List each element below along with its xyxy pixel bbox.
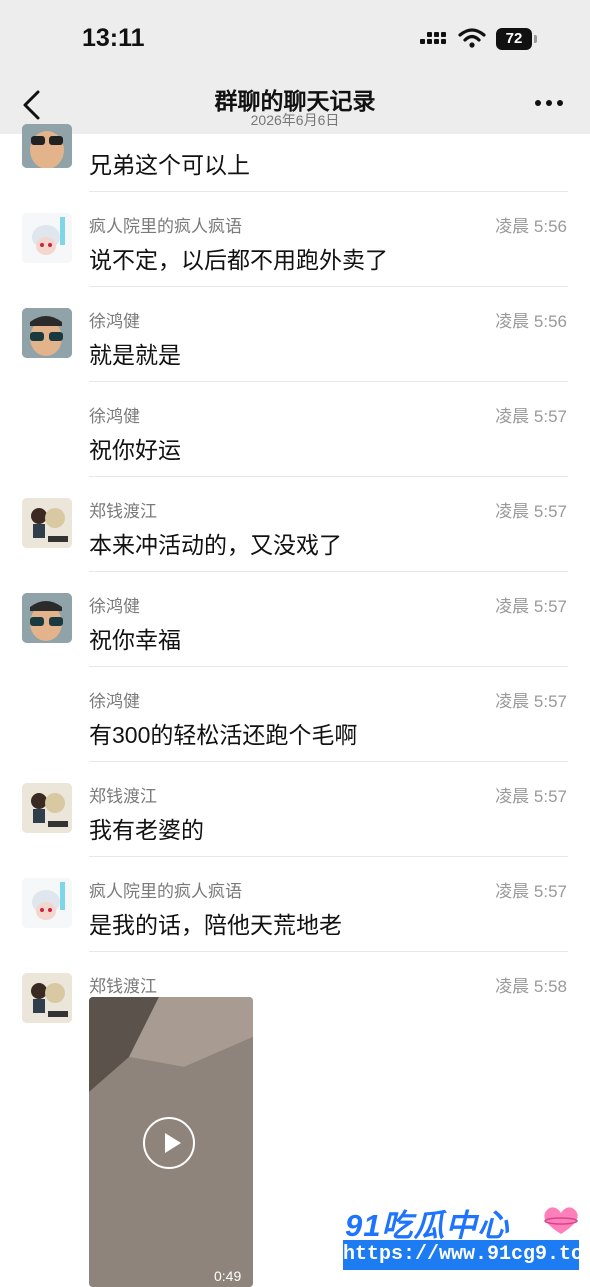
message-time: 凌晨 5:57 (495, 692, 567, 711)
sender-name: 郑钱渡江 (89, 502, 157, 521)
avatar[interactable] (22, 593, 72, 643)
chat-message: 疯人院里的疯人疯语 凌晨 5:56 说不定，以后都不用跑外卖了 (0, 191, 590, 287)
avatar[interactable] (22, 308, 72, 358)
chat-message: 徐鸿健 凌晨 5:57 有300的轻松活还跑个毛啊 (0, 666, 590, 762)
message-time: 凌晨 5:57 (495, 502, 567, 521)
message-time: 凌晨 5:56 (495, 217, 567, 236)
avatar[interactable] (22, 498, 72, 548)
chat-message: 徐鸿健 凌晨 5:56 就是就是 (0, 286, 590, 382)
message-text: 祝你幸福 (89, 627, 181, 653)
sender-name: 疯人院里的疯人疯语 (89, 882, 242, 901)
more-dots-icon[interactable] (535, 100, 565, 108)
sender-name: 郑钱渡江 (89, 977, 157, 996)
message-time: 凌晨 5:56 (495, 312, 567, 331)
battery-indicator: 72 (496, 28, 537, 50)
play-icon[interactable] (143, 1117, 195, 1169)
avatar[interactable] (22, 973, 72, 1023)
chat-message: 疯人院里的疯人疯语 凌晨 5:57 是我的话，陪他天荒地老 (0, 856, 590, 952)
avatar[interactable] (22, 213, 72, 263)
status-bar: 13:11 72 (0, 0, 590, 80)
sender-name: 徐鸿健 (89, 312, 140, 331)
message-time: 凌晨 5:58 (495, 977, 567, 996)
message-text: 本来冲活动的，又没戏了 (89, 532, 342, 558)
watermark-logo: 91吃瓜中心 (345, 1208, 510, 1243)
heart-icon (544, 1207, 578, 1234)
message-text: 兄弟这个可以上 (89, 152, 250, 178)
message-time: 凌晨 5:57 (495, 882, 567, 901)
page-subtitle: 2026年6月6日 (250, 112, 340, 128)
sender-name: 疯人院里的疯人疯语 (89, 217, 242, 236)
message-text: 祝你好运 (89, 437, 181, 463)
message-time: 凌晨 5:57 (495, 787, 567, 806)
message-text: 说不定，以后都不用跑外卖了 (89, 247, 388, 273)
message-text: 我有老婆的 (89, 817, 204, 843)
video-thumbnail[interactable]: 0:49 (89, 997, 253, 1287)
chat-header: 群聊的聊天记录 2026年6月6日 (0, 80, 590, 134)
watermark-url: https://www.91cg9.top (343, 1240, 590, 1270)
wifi-icon (458, 28, 486, 48)
chat-message: 郑钱渡江 凌晨 5:57 我有老婆的 (0, 761, 590, 857)
chat-message: 徐鸿健 凌晨 5:57 祝你好运 (0, 381, 590, 477)
chat-message: 郑钱渡江 凌晨 5:57 本来冲活动的，又没戏了 (0, 476, 590, 572)
avatar[interactable] (22, 783, 72, 833)
message-time: 凌晨 5:57 (495, 597, 567, 616)
signal-icon (420, 31, 448, 49)
sender-name: 徐鸿健 (89, 692, 140, 711)
status-time: 13:11 (82, 24, 145, 52)
message-text: 有300的轻松活还跑个毛啊 (89, 722, 358, 748)
chat-message: 徐鸿健 凌晨 5:57 祝你幸福 (0, 571, 590, 667)
message-text: 就是就是 (89, 342, 181, 368)
message-time: 凌晨 5:57 (495, 407, 567, 426)
message-text: 是我的话，陪他天荒地老 (89, 912, 342, 938)
avatar[interactable] (22, 124, 72, 168)
chat-message: 兄弟这个可以上 (0, 124, 590, 192)
sender-name: 徐鸿健 (89, 597, 140, 616)
video-duration: 0:49 (214, 1268, 242, 1284)
avatar[interactable] (22, 878, 72, 928)
sender-name: 郑钱渡江 (89, 787, 157, 806)
sender-name: 徐鸿健 (89, 407, 140, 426)
